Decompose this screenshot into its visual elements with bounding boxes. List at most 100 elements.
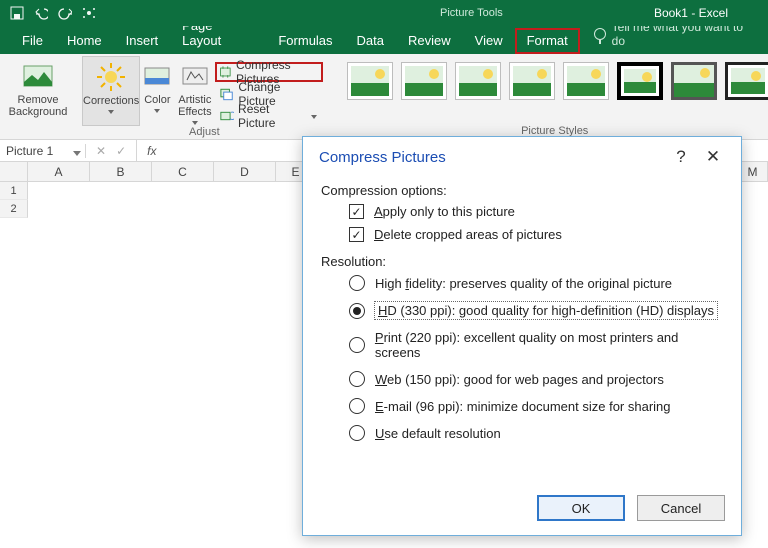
tab-view[interactable]: View: [463, 28, 515, 54]
chevron-down-icon: [73, 151, 81, 156]
chevron-down-icon: [154, 109, 160, 113]
apply-only-label: Apply only to this picture: [374, 204, 515, 219]
select-all-corner[interactable]: [0, 162, 28, 181]
col-header[interactable]: D: [214, 162, 276, 181]
group-picture-styles: Picture Styles: [333, 54, 768, 139]
fx-controls: ✕ ✓: [86, 140, 137, 161]
radio-high-fidelity[interactable]: High fidelity: preserves quality of the …: [349, 275, 725, 291]
help-button[interactable]: ?: [665, 147, 697, 167]
checkbox-icon: ✓: [349, 227, 364, 242]
checkbox-icon: ✓: [349, 204, 364, 219]
ribbon: Remove Background Corrections Color Arti…: [0, 54, 768, 140]
corrections-button[interactable]: Corrections: [82, 56, 140, 126]
dialog-body: Compression options: ✓ Apply only to thi…: [303, 183, 741, 447]
style-thumb[interactable]: [617, 62, 663, 100]
radio-hd[interactable]: HD (330 ppi): good quality for high-defi…: [349, 302, 725, 319]
radio-web[interactable]: Web (150 ppi): good for web pages and pr…: [349, 371, 725, 387]
radio-print[interactable]: Print (220 ppi): excellent quality on mo…: [349, 330, 725, 360]
fx-label[interactable]: fx: [137, 144, 162, 158]
col-header[interactable]: C: [152, 162, 214, 181]
chevron-down-icon: [108, 110, 114, 114]
radio-label: E-mail (96 ppi): minimize document size …: [375, 399, 671, 414]
picture-styles-gallery[interactable]: [339, 56, 768, 100]
style-thumb[interactable]: [509, 62, 555, 100]
tab-home[interactable]: Home: [55, 28, 114, 54]
dialog-buttons: OK Cancel: [537, 495, 725, 521]
redo-icon[interactable]: [58, 6, 72, 20]
tab-insert[interactable]: Insert: [114, 28, 171, 54]
adjust-right-col: Compress Pictures Change Picture Reset P…: [215, 56, 326, 126]
radio-icon: [349, 425, 365, 441]
style-thumb[interactable]: [671, 62, 717, 100]
remove-background-icon: [22, 60, 54, 92]
quick-access-toolbar: [0, 6, 96, 20]
radio-default[interactable]: Use default resolution: [349, 425, 725, 441]
tab-formulas[interactable]: Formulas: [266, 28, 344, 54]
delete-cropped-label: Delete cropped areas of pictures: [374, 227, 562, 242]
tab-file[interactable]: File: [10, 28, 55, 54]
cancel-icon[interactable]: ✕: [96, 144, 106, 158]
radio-label: HD (330 ppi): good quality for high-defi…: [375, 302, 717, 319]
compress-icon: [219, 64, 232, 80]
style-thumb[interactable]: [725, 62, 768, 100]
enter-icon[interactable]: ✓: [116, 144, 126, 158]
cancel-button[interactable]: Cancel: [637, 495, 725, 521]
touch-mode-icon[interactable]: [82, 6, 96, 20]
compress-pictures-button[interactable]: Compress Pictures: [215, 62, 322, 82]
reset-picture-button[interactable]: Reset Picture: [217, 106, 322, 126]
col-header[interactable]: M: [738, 162, 768, 181]
tab-review[interactable]: Review: [396, 28, 463, 54]
radio-icon: [349, 303, 365, 319]
delete-cropped-checkbox[interactable]: ✓ Delete cropped areas of pictures: [349, 227, 725, 242]
color-icon: [141, 60, 173, 92]
undo-icon[interactable]: [34, 6, 48, 20]
radio-icon: [349, 371, 365, 387]
close-button[interactable]: ✕: [697, 147, 729, 167]
row-header[interactable]: 2: [0, 200, 28, 218]
ribbon-tabs: File Home Insert Page Layout Formulas Da…: [0, 26, 768, 54]
ok-button[interactable]: OK: [537, 495, 625, 521]
radio-email[interactable]: E-mail (96 ppi): minimize document size …: [349, 398, 725, 414]
remove-background-button[interactable]: Remove Background: [6, 56, 70, 118]
radio-icon: [349, 398, 365, 414]
app-title: Book1 - Excel: [654, 6, 728, 20]
remove-background-label: Remove Background: [9, 94, 68, 118]
radio-label: Print (220 ppi): excellent quality on mo…: [375, 330, 725, 360]
style-thumb[interactable]: [401, 62, 447, 100]
compress-pictures-dialog: Compress Pictures ? ✕ Compression option…: [302, 136, 742, 536]
change-picture-button[interactable]: Change Picture: [217, 84, 322, 104]
dialog-title: Compress Pictures: [319, 149, 446, 166]
artistic-effects-button[interactable]: Artistic Effects: [174, 56, 215, 126]
lightbulb-icon: [594, 28, 606, 40]
color-button[interactable]: Color: [140, 56, 174, 126]
chevron-down-icon: [311, 115, 317, 119]
reset-icon: [219, 108, 234, 124]
adjust-group-label: Adjust: [82, 126, 327, 140]
col-header[interactable]: B: [90, 162, 152, 181]
chevron-down-icon: [192, 121, 198, 125]
col-header[interactable]: A: [28, 162, 90, 181]
brush-icon: [179, 60, 211, 92]
color-label: Color: [144, 94, 170, 106]
compression-section-label: Compression options:: [321, 183, 725, 198]
title-bar: Picture Tools Book1 - Excel: [0, 0, 768, 26]
save-icon[interactable]: [10, 6, 24, 20]
radio-label: Web (150 ppi): good for web pages and pr…: [375, 372, 664, 387]
tab-format[interactable]: Format: [515, 28, 580, 54]
name-box[interactable]: Picture 1: [0, 144, 86, 158]
artistic-label: Artistic Effects: [178, 94, 211, 118]
context-tool-label: Picture Tools: [440, 7, 503, 19]
change-picture-icon: [219, 86, 234, 102]
radio-label: Use default resolution: [375, 426, 501, 441]
resolution-section-label: Resolution:: [321, 254, 725, 269]
name-box-value: Picture 1: [6, 144, 53, 158]
style-thumb[interactable]: [455, 62, 501, 100]
apply-only-checkbox[interactable]: ✓ Apply only to this picture: [349, 204, 725, 219]
style-thumb[interactable]: [347, 62, 393, 100]
tab-data[interactable]: Data: [345, 28, 396, 54]
style-thumb[interactable]: [563, 62, 609, 100]
group-remove-background: Remove Background: [0, 54, 76, 139]
radio-icon: [349, 337, 365, 353]
corrections-label: Corrections: [83, 95, 139, 107]
row-header[interactable]: 1: [0, 182, 28, 200]
